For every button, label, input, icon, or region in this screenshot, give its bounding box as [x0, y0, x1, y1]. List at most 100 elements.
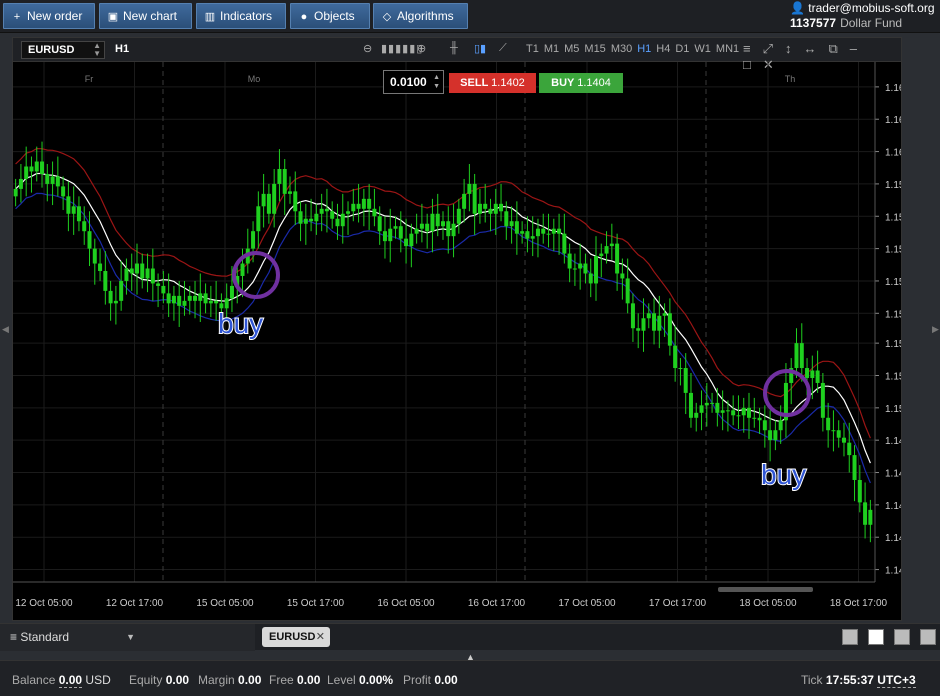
horizontal-scrollbar[interactable] — [718, 587, 813, 592]
sell-label: SELL — [460, 77, 489, 89]
x-tick-label: 16 Oct 17:00 — [468, 598, 526, 609]
y-tick-label: 1.1452 — [885, 533, 901, 544]
buy-button[interactable]: BUY 1.1404 — [539, 73, 623, 93]
chart-tab-eurusd[interactable]: EURUSD ✕ — [262, 627, 330, 647]
tf-W1[interactable]: W1 — [694, 43, 711, 55]
candle-body — [82, 221, 87, 232]
workspace-selector[interactable]: ≡ Standard ▼ — [0, 624, 255, 651]
line-chart-icon[interactable]: ⟋ — [499, 42, 507, 55]
tf-MN1[interactable]: MN1 — [716, 43, 739, 55]
objects-button[interactable]: ● Objects — [290, 3, 370, 29]
left-panel-arrow-icon[interactable]: ◀ — [2, 324, 9, 335]
candle-body — [150, 268, 155, 284]
sell-price: 1.1402 — [491, 77, 525, 89]
symbol-selector[interactable]: EURUSD ▲ ▼ — [21, 41, 105, 59]
candle-body — [852, 455, 857, 480]
account-info[interactable]: 👤 trader@mobius-soft.org 1137577 Dollar F… — [790, 1, 936, 31]
candle-body — [667, 313, 672, 346]
tf-H1[interactable]: H1 — [637, 43, 651, 55]
equity-label: Equity — [129, 673, 163, 687]
layout-columns-icon[interactable] — [894, 629, 910, 645]
candle-body — [414, 228, 419, 234]
layout-grid-icon[interactable] — [868, 629, 884, 645]
sell-button[interactable]: SELL 1.1402 — [449, 73, 536, 93]
candle-body — [76, 206, 81, 222]
tf-D1[interactable]: D1 — [675, 43, 689, 55]
y-tick-label: 1.1491 — [885, 436, 901, 447]
x-tick-label: 12 Oct 17:00 — [106, 598, 164, 609]
candle-body — [625, 278, 630, 304]
equity-value: 0.00 — [165, 673, 190, 687]
balance-value[interactable]: 0.00 — [58, 673, 83, 688]
layout-single-icon[interactable] — [842, 629, 858, 645]
new-chart-button[interactable]: ▣ New chart — [99, 3, 192, 29]
lot-value: 0.0100 — [390, 75, 427, 89]
y-tick-label: 1.1542 — [885, 309, 901, 320]
horizontal-fit-icon[interactable]: ↔ — [804, 41, 817, 56]
candle-body — [599, 253, 604, 257]
free-label: Free — [269, 673, 294, 687]
candle-body — [309, 218, 314, 222]
candle-body — [535, 228, 540, 237]
profit-label: Profit — [403, 673, 432, 687]
candle-body — [646, 313, 651, 319]
x-tick-label: 12 Oct 05:00 — [15, 598, 73, 609]
margin-value: 0.00 — [238, 673, 262, 687]
candle-body — [166, 293, 171, 304]
candle-body — [736, 415, 741, 417]
bar-chart-icon[interactable]: ╫ — [450, 42, 458, 54]
candle-body — [277, 168, 282, 184]
candle-body — [805, 368, 810, 378]
candle-body — [694, 412, 699, 418]
y-tick-label: 1.1517 — [885, 371, 901, 382]
candle-body — [92, 248, 97, 264]
right-panel-arrow-icon[interactable]: ▶ — [932, 324, 939, 335]
objects-label: Objects — [314, 9, 355, 23]
list-icon[interactable]: ≡ — [743, 41, 751, 56]
candle-body — [752, 417, 757, 419]
candle-body — [193, 295, 198, 301]
lot-size-input[interactable]: 0.0100 ▲ ▼ — [383, 70, 444, 94]
zoom-out-icon[interactable]: ⊖ — [363, 42, 372, 55]
candle-body — [514, 221, 519, 234]
candle-body — [483, 203, 488, 209]
candlestick-icon[interactable]: ▯▮ — [474, 42, 486, 55]
vertical-fit-icon[interactable]: ↕ — [785, 41, 792, 56]
candle-body — [372, 208, 377, 217]
tf-T1[interactable]: T1 — [526, 43, 539, 55]
candle-body — [282, 168, 287, 194]
time-axis: 12 Oct 05:00 12 Oct 17:00 15 Oct 05:00 15 O… — [13, 581, 888, 609]
candle-body — [367, 198, 372, 209]
candle-body — [688, 392, 693, 418]
tf-M1[interactable]: M1 — [544, 43, 559, 55]
minimize-icon[interactable]: – — [850, 41, 857, 56]
indicator-lines — [15, 147, 871, 484]
tf-M5[interactable]: M5 — [564, 43, 579, 55]
tf-M15[interactable]: M15 — [584, 43, 605, 55]
close-tab-icon[interactable]: ✕ — [316, 627, 325, 647]
candle-body — [794, 343, 799, 369]
candle-body — [156, 283, 161, 286]
lot-spinner-icon[interactable]: ▲ ▼ — [433, 73, 440, 91]
layout-rows-icon[interactable] — [920, 629, 936, 645]
algorithms-button[interactable]: ◇ Algorithms — [373, 3, 468, 29]
candle-body — [24, 166, 29, 179]
candle-body — [50, 176, 55, 184]
timezone-selector[interactable]: UTC+3 — [877, 673, 916, 688]
account-fund: Dollar Fund — [840, 16, 903, 30]
tf-H4[interactable]: H4 — [656, 43, 670, 55]
new-order-button[interactable]: + New order — [3, 3, 95, 29]
tf-M30[interactable]: M30 — [611, 43, 632, 55]
level-label: Level — [327, 673, 356, 687]
candle-body — [451, 223, 456, 237]
indicators-button[interactable]: ▥ Indicators — [196, 3, 286, 29]
detach-icon[interactable]: ⧉ — [829, 41, 838, 56]
x-tick-label: 18 Oct 17:00 — [830, 598, 888, 609]
zoom-in-icon[interactable]: ⊕ — [417, 42, 426, 55]
autoscroll-icon[interactable]: ⤢ — [763, 41, 773, 56]
candle-body — [820, 382, 825, 418]
price-chart[interactable]: 1.1633 1.1620 1.1607 1.1594 1.1581 1.1568 1.15… — [13, 62, 901, 620]
candle-body — [98, 263, 103, 271]
candle-body — [710, 402, 715, 404]
y-tick-label: 1.1607 — [885, 148, 901, 159]
